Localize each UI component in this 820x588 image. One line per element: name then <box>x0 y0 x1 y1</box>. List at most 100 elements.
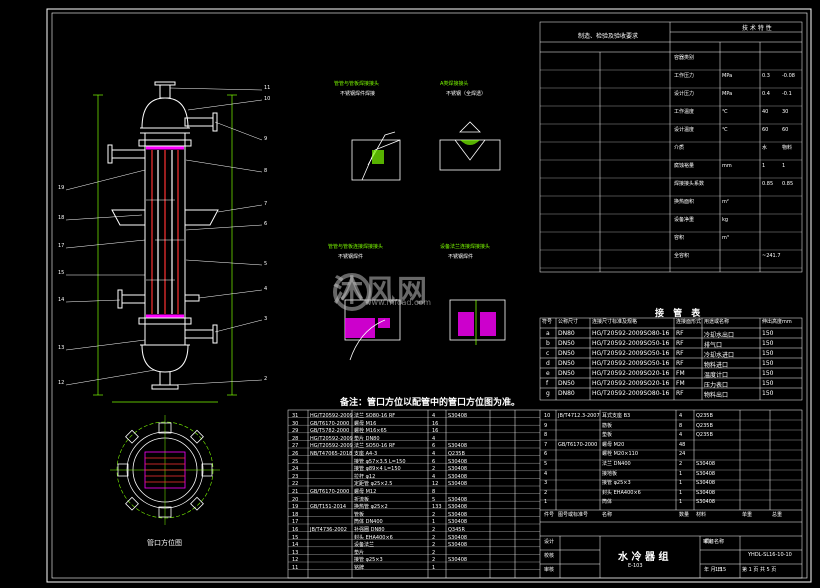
callout-number: 12 <box>58 380 65 386</box>
parts-row-cell: 1 <box>679 470 683 477</box>
tube-bundle <box>146 146 184 318</box>
tech-param-cell: 0.4 <box>762 91 770 97</box>
parts-row-cell: 6 <box>432 458 436 465</box>
tech-table-title: 技 术 特 性 <box>742 25 772 32</box>
parts-row-cell: 4 <box>679 432 683 439</box>
parts-row-cell: Q235B <box>448 451 465 457</box>
parts-row-cell: S30408 <box>448 443 468 450</box>
weld-detail-2-title: A类焊接接头 <box>440 81 469 87</box>
nozzle-table-cell: DN50 <box>558 380 575 387</box>
parts-row-cell: 定距管 φ25×2.5 <box>354 481 393 488</box>
parts-row-cell: S30408 <box>448 473 468 480</box>
nozzle-table-cell: FM <box>676 370 685 377</box>
nozzle-table-cell: 150 <box>762 330 774 337</box>
parts-row-cell: GB/T5782-2000 <box>310 428 350 435</box>
weld-detail-3-sub: 不锈钢焊件 <box>338 254 364 260</box>
parts-header-cell: 名称 <box>602 512 613 518</box>
callout-number: 19 <box>58 185 65 191</box>
callout-number: 8 <box>264 168 268 174</box>
parts-row-cell: 补强圈 DN80 <box>354 527 385 533</box>
tech-param-cell: 设备净重 <box>674 217 695 223</box>
nozzle-table-cell: 150 <box>762 350 774 357</box>
parts-row-cell: 6 <box>432 443 436 450</box>
callout-number: 2 <box>264 376 268 382</box>
parts-row-cell: Q345R <box>448 527 465 533</box>
parts-header-cell: 图号或标准号 <box>558 512 589 518</box>
parts-row-cell: GB/T151-2014 <box>310 504 347 511</box>
tb-audit: 审核 <box>544 567 555 573</box>
weld-detail-2-sub: 不锈钢（全焊透） <box>446 91 487 97</box>
parts-row-cell: 法兰 SO50-16 RF <box>354 443 396 450</box>
tech-param-cell: 0.3 <box>762 73 770 79</box>
drawing-number: YHDL-SL16-10-10 <box>748 552 792 558</box>
tb-design: 设计 <box>544 539 555 545</box>
parts-row-cell: S30408 <box>448 511 468 518</box>
parts-row-cell: 2 <box>544 489 548 496</box>
parts-row-cell: Q235B <box>696 422 713 429</box>
tech-table-rows <box>540 69 802 269</box>
watermark-url: www.mfcad.com <box>365 298 432 307</box>
parts-row-cell: 耳式支座 B3 <box>602 413 631 419</box>
nozzle-table-header: 伸出高度mm <box>762 319 792 325</box>
parts-row-cell: 9 <box>544 422 548 429</box>
parts-row-cell: S30408 <box>448 458 468 465</box>
nozzle-table-cell: 150 <box>762 360 774 367</box>
tech-param-cell: 工作压力 <box>674 73 695 79</box>
parts-row-cell: S30408 <box>448 557 468 564</box>
parts-row-cell: S30408 <box>448 542 468 549</box>
parts-row-cell: 4 <box>432 413 436 419</box>
callout-number: 3 <box>264 316 268 322</box>
parts-row-cell: 接管 φ57×3.5 L=150 <box>354 458 406 465</box>
parts-row-cell: 20 <box>292 496 299 503</box>
parts-row-cell: 7 <box>544 441 548 448</box>
nozzle-table-cell: 冷却水出口 <box>704 332 735 339</box>
parts-row-cell: 筋板 <box>602 422 613 429</box>
parts-row-cell: 30 <box>292 420 299 427</box>
tb-date: 年 月 日 <box>704 567 723 573</box>
nozzle-table-cell: HG/T20592-2009SO50-16 <box>592 340 670 347</box>
parts-row-cell: 11 <box>292 565 299 571</box>
parts-row-cell: 拉杆 φ12 <box>354 473 376 480</box>
tech-param-cell: 1 <box>782 163 786 169</box>
parts-row-cell: 16 <box>432 420 439 427</box>
callout-number: 5 <box>264 261 268 267</box>
callout-number: 9 <box>264 136 268 142</box>
nozzle-table-cell: RF <box>676 350 684 357</box>
nozzle-table-cell: HG/T20592-2009SO20-16 <box>592 380 670 387</box>
parts-row-cell: 4 <box>432 473 436 480</box>
nozzle-table-cell: 150 <box>762 370 774 377</box>
tech-param-cell: m³ <box>722 235 729 241</box>
parts-row-cell: 支座 A4-3 <box>354 451 378 457</box>
tech-param-cell: 0.85 <box>762 181 774 187</box>
parts-row-cell: 14 <box>292 542 299 549</box>
parts-row-cell: 筒体 <box>602 499 613 506</box>
nozzle-table-cell: RF <box>676 330 684 337</box>
parts-row-cell: 8 <box>679 422 683 429</box>
parts-row-cell: 8 <box>544 432 548 439</box>
nozzle-table-header: 符号 <box>542 319 553 325</box>
parts-row-cell: 23 <box>292 473 299 480</box>
parts-row-cell: 4 <box>679 413 683 419</box>
parts-row-cell: 折流板 <box>354 496 370 503</box>
drawing-title: 水 冷 器 组 <box>618 552 669 563</box>
parts-row-cell: S30408 <box>448 466 468 473</box>
weld-detail-4-sub: 不锈钢焊件 <box>448 254 474 260</box>
tech-param-cell: 物料 <box>782 145 793 151</box>
parts-header-cell: 总重 <box>772 512 783 518</box>
parts-row-cell: 133 <box>432 504 442 511</box>
callout-number: 17 <box>58 243 65 249</box>
nozzle-table-cell: 物料进口 <box>704 362 729 369</box>
parts-row-cell: 8 <box>432 489 436 495</box>
tech-param-cell: -0.08 <box>782 73 795 79</box>
parts-row-cell: 垫板 <box>602 432 613 439</box>
parts-row-cell: S30408 <box>696 499 716 506</box>
nozzle-table-cell: 150 <box>762 390 774 397</box>
parts-row-cell: 2 <box>432 534 436 541</box>
drawing-note: 备注：管口方位以配管中的管口方位图为准。 <box>340 398 521 408</box>
tech-param-cell: 1 <box>762 163 766 169</box>
callout-number: 11 <box>264 85 271 91</box>
parts-row-cell: 管板 <box>354 511 365 518</box>
callout-number: 18 <box>58 215 65 221</box>
nozzle-table-cell: 冷却水进口 <box>704 352 735 359</box>
parts-row-cell: 螺母 M16 <box>354 420 377 427</box>
